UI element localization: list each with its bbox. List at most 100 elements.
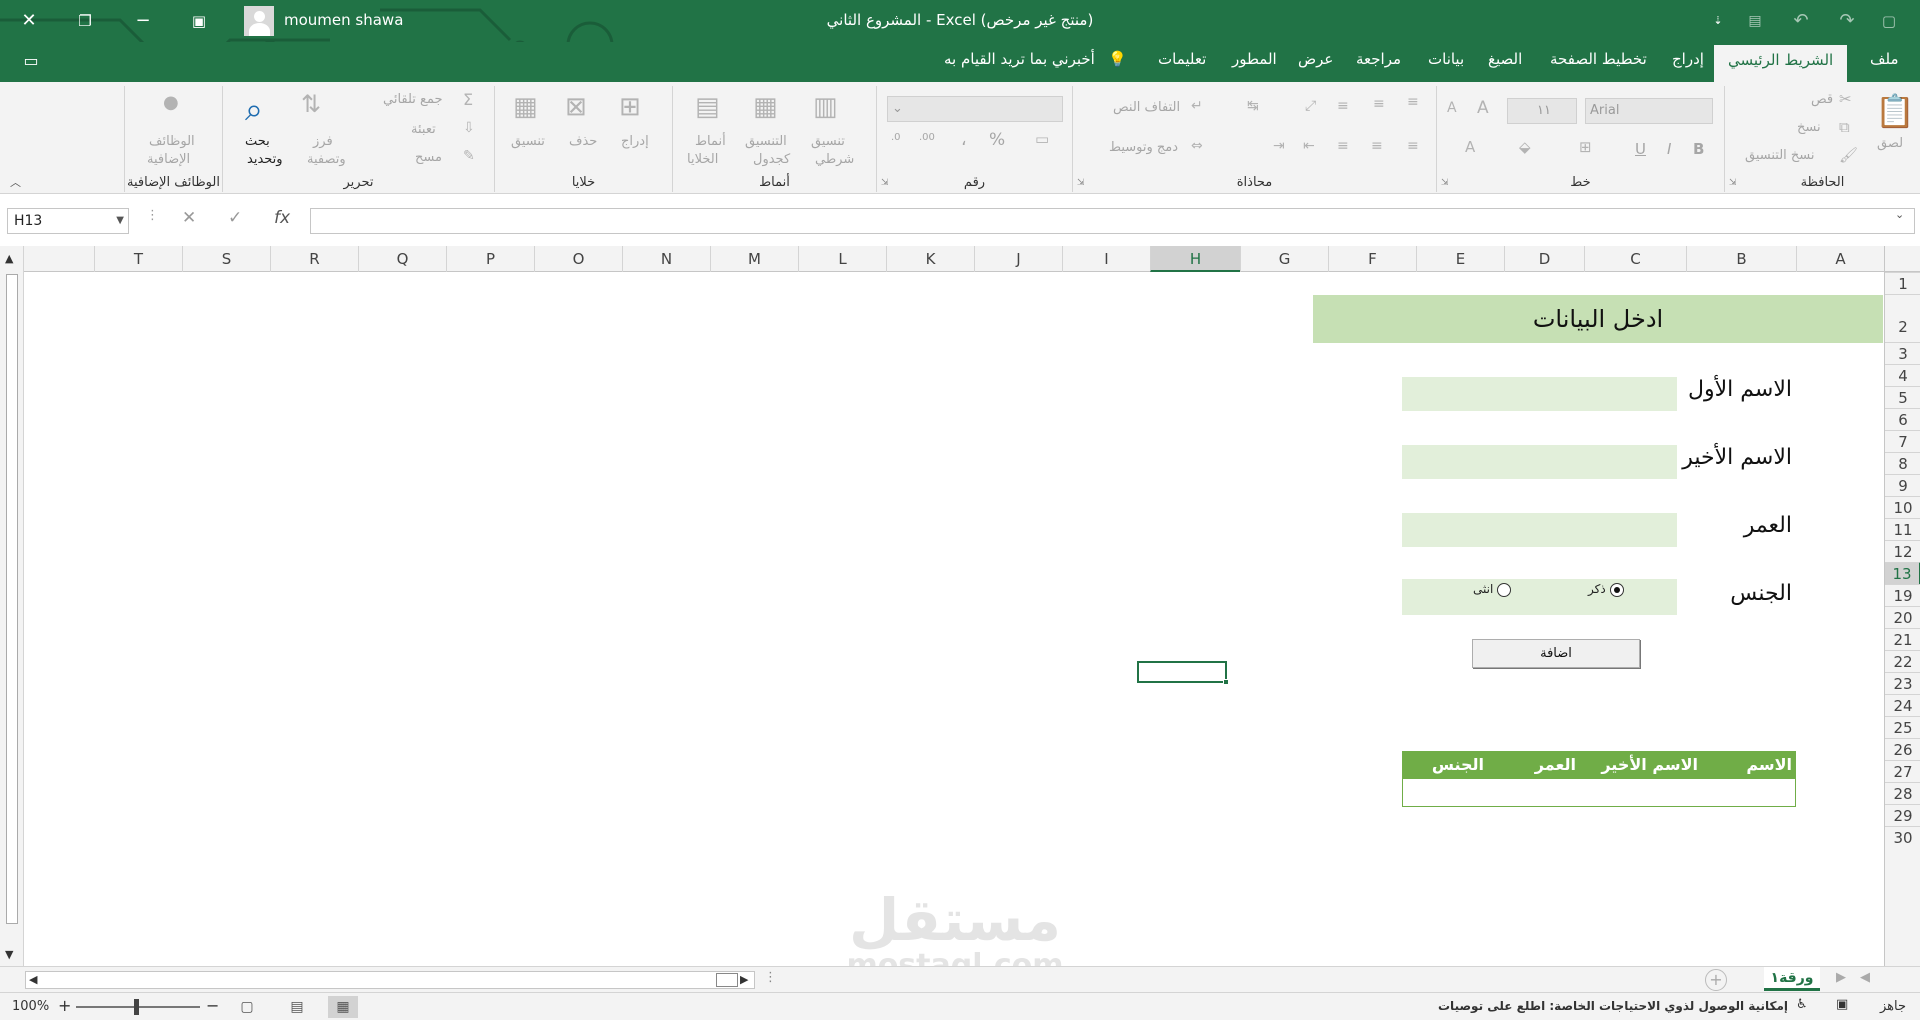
- tab-insert[interactable]: إدراج: [1672, 50, 1704, 68]
- scroll-thumb[interactable]: [6, 274, 18, 924]
- fill-handle[interactable]: [1223, 679, 1229, 685]
- paste-label[interactable]: لصق: [1877, 136, 1903, 151]
- fill-label[interactable]: تعبئة: [411, 122, 436, 137]
- increase-font-icon[interactable]: A: [1477, 98, 1489, 118]
- horizontal-scrollbar[interactable]: ◀ ▶: [25, 971, 755, 989]
- page-layout-view-icon[interactable]: ▤: [282, 996, 312, 1018]
- column-header-c[interactable]: C: [1584, 246, 1686, 272]
- row-header-8[interactable]: 8: [1885, 452, 1920, 474]
- format-cells-icon[interactable]: ▦: [513, 92, 538, 122]
- number-format-dropdown[interactable]: ⌄: [887, 96, 1063, 122]
- decrease-decimal-button[interactable]: .0: [891, 132, 901, 143]
- paste-icon[interactable]: 📋: [1875, 92, 1915, 130]
- delete-cells-label[interactable]: حذف: [569, 134, 597, 149]
- accessibility-status[interactable]: إمكانية الوصول لذوي الاحتياجات الخاصة: ا…: [1438, 999, 1788, 1013]
- row-header-28[interactable]: 28: [1885, 782, 1920, 804]
- first-name-field[interactable]: [1402, 377, 1677, 411]
- text-direction-icon[interactable]: ↹: [1247, 98, 1259, 114]
- next-sheet-icon[interactable]: ▶: [1836, 970, 1846, 985]
- enter-icon[interactable]: ✓: [228, 208, 242, 228]
- cell-styles-label-1[interactable]: أنماط: [695, 134, 726, 149]
- name-box[interactable]: H13 ▼: [7, 208, 129, 234]
- column-header-b[interactable]: B: [1686, 246, 1796, 272]
- clear-icon[interactable]: ✎: [463, 148, 475, 164]
- fill-color-icon[interactable]: ⬙: [1519, 138, 1531, 156]
- hscroll-thumb[interactable]: [716, 973, 738, 987]
- row-header-11[interactable]: 11: [1885, 518, 1920, 540]
- scroll-down-icon[interactable]: ▼: [5, 948, 13, 961]
- split-handle-icon[interactable]: ⋮: [764, 970, 777, 985]
- zoom-out-icon[interactable]: −: [206, 996, 219, 1015]
- comma-button[interactable]: ،: [961, 130, 967, 150]
- delete-cells-icon[interactable]: ⊠: [565, 92, 587, 122]
- customize-toolbar-icon[interactable]: ⇣: [1703, 6, 1733, 36]
- format-table-label-2[interactable]: كجدول: [753, 152, 790, 167]
- page-break-view-icon[interactable]: ▢: [232, 996, 262, 1018]
- accounting-icon[interactable]: ▭: [1035, 130, 1049, 148]
- addins-icon[interactable]: ●: [163, 92, 179, 113]
- collapse-ribbon-icon[interactable]: ︿: [10, 174, 21, 190]
- font-name-dropdown[interactable]: Arial: [1585, 98, 1713, 124]
- radio-female[interactable]: انثى: [1473, 582, 1512, 597]
- radio-male[interactable]: ذكر: [1588, 582, 1624, 597]
- tab-developer[interactable]: المطور: [1232, 50, 1277, 68]
- redo-icon[interactable]: ↷: [1832, 6, 1862, 36]
- align-top-icon[interactable]: ≡: [1407, 94, 1419, 110]
- form-icon[interactable]: ▤: [1740, 6, 1770, 36]
- tab-home[interactable]: الشريط الرئيسي: [1714, 45, 1848, 82]
- row-header-4[interactable]: 4: [1885, 364, 1920, 386]
- column-header-l[interactable]: L: [798, 246, 886, 272]
- clear-label[interactable]: مسح: [415, 150, 442, 165]
- save-icon[interactable]: ▢: [1874, 6, 1904, 36]
- format-cells-label[interactable]: تنسيق: [511, 134, 545, 149]
- font-size-dropdown[interactable]: ١١: [1507, 98, 1577, 124]
- column-header-n[interactable]: N: [622, 246, 710, 272]
- cut-icon[interactable]: ✂: [1839, 90, 1852, 108]
- column-header-d[interactable]: D: [1504, 246, 1584, 272]
- align-bottom-icon[interactable]: ≡: [1337, 98, 1349, 114]
- row-header-2[interactable]: 2: [1885, 294, 1920, 342]
- format-table-icon[interactable]: ▦: [753, 92, 778, 122]
- row-header-30[interactable]: 30: [1885, 826, 1920, 848]
- tab-formulas[interactable]: الصيغ: [1488, 50, 1522, 68]
- cell-styles-icon[interactable]: ▤: [695, 92, 720, 122]
- comments-icon[interactable]: ▭: [16, 46, 46, 76]
- fill-icon[interactable]: ⇩: [463, 120, 475, 136]
- tab-page-layout[interactable]: تخطيط الصفحة: [1550, 50, 1647, 68]
- align-left-icon[interactable]: ≡: [1337, 138, 1349, 154]
- insert-cells-icon[interactable]: ⊞: [619, 92, 641, 122]
- cancel-icon[interactable]: ✕: [182, 208, 196, 228]
- row-header-19[interactable]: 19: [1885, 584, 1920, 606]
- align-middle-icon[interactable]: ≡: [1373, 96, 1385, 112]
- format-painter-label[interactable]: نسخ التنسيق: [1745, 148, 1815, 163]
- wrap-text-label[interactable]: التفاف النص: [1113, 100, 1180, 115]
- row-header-6[interactable]: 6: [1885, 408, 1920, 430]
- zoom-in-icon[interactable]: +: [58, 996, 71, 1015]
- merge-center-icon[interactable]: ⇔: [1191, 138, 1203, 154]
- normal-view-icon[interactable]: ▦: [328, 996, 358, 1018]
- macro-record-icon[interactable]: ▣: [1836, 997, 1848, 1012]
- tab-file[interactable]: ملف: [1870, 50, 1899, 68]
- sort-label-2[interactable]: وتصفية: [307, 152, 346, 167]
- conditional-label-1[interactable]: تنسيق: [811, 134, 845, 149]
- decrease-font-icon[interactable]: A: [1447, 100, 1457, 116]
- column-header-q[interactable]: Q: [358, 246, 446, 272]
- table-row[interactable]: [1402, 779, 1796, 807]
- column-header-k[interactable]: K: [886, 246, 974, 272]
- column-header-h[interactable]: H: [1150, 246, 1240, 272]
- percent-button[interactable]: %: [989, 130, 1005, 150]
- column-header-e[interactable]: E: [1416, 246, 1504, 272]
- zoom-level[interactable]: 100%: [12, 999, 49, 1014]
- column-header-f[interactable]: F: [1328, 246, 1416, 272]
- row-header-27[interactable]: 27: [1885, 760, 1920, 782]
- accessibility-icon[interactable]: ♿: [1796, 997, 1808, 1012]
- row-header-21[interactable]: 21: [1885, 628, 1920, 650]
- row-header-5[interactable]: 5: [1885, 386, 1920, 408]
- row-header-13[interactable]: 13: [1885, 562, 1920, 584]
- copy-label[interactable]: نسخ: [1797, 120, 1821, 135]
- scroll-right-icon[interactable]: ▶: [740, 973, 748, 986]
- scroll-up-icon[interactable]: ▲: [5, 252, 13, 265]
- insert-cells-label[interactable]: إدراج: [621, 134, 649, 149]
- conditional-format-icon[interactable]: ▥: [813, 92, 838, 122]
- cell-styles-label-2[interactable]: الخلايا: [687, 152, 718, 167]
